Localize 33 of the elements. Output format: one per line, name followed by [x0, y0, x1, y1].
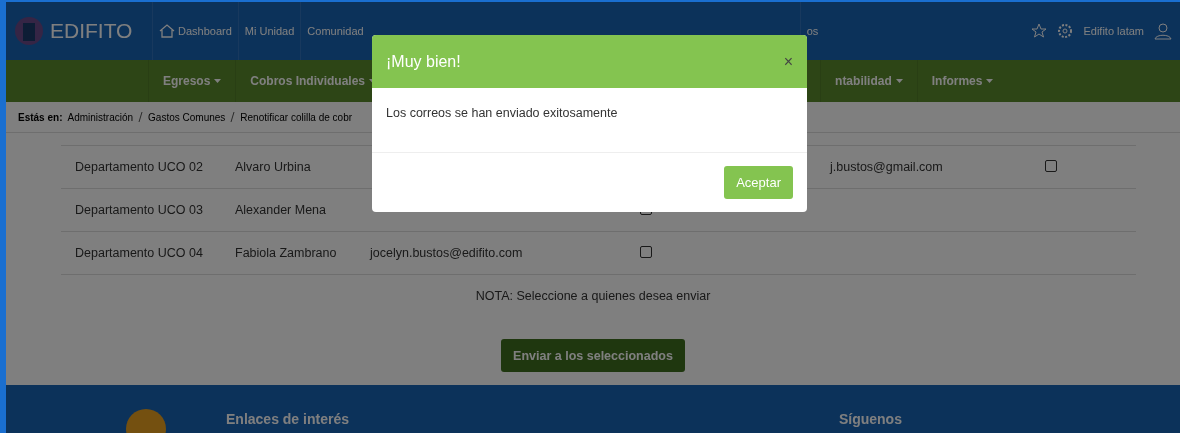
note-text: NOTA: Seleccione a quienes desea enviar — [474, 289, 712, 303]
home-icon — [159, 24, 175, 38]
caret-icon — [986, 79, 994, 83]
footer-heading: Enlaces de interés — [226, 411, 349, 429]
settings-icon[interactable] — [1057, 23, 1074, 39]
footer-heading: Síguenos — [838, 411, 902, 429]
breadcrumb-label: Estás en: — [18, 111, 63, 123]
close-button[interactable]: × — [783, 52, 793, 71]
checkbox[interactable] — [640, 245, 652, 258]
table-cell-text: j.bustos@gmail.com — [830, 160, 944, 174]
caret-icon — [214, 79, 222, 83]
breadcrumb-link[interactable]: Administración — [67, 111, 134, 123]
star-icon[interactable] — [1031, 23, 1048, 39]
checkbox[interactable] — [1045, 159, 1057, 172]
breadcrumb-link[interactable]: Gastos Comunes — [148, 111, 226, 123]
accept-button[interactable]: Aceptar — [724, 166, 793, 199]
table-cell-text: Departamento UCO 04 — [75, 246, 204, 260]
send-button[interactable]: Enviar a los seleccionados — [501, 339, 685, 372]
user-name[interactable]: Edifito latam — [1083, 25, 1144, 37]
building-logo-icon — [14, 16, 44, 46]
user-icon[interactable] — [1154, 22, 1172, 40]
modal-message: Los correos se han enviado exitosamente — [386, 106, 618, 120]
table-cell-text: Departamento UCO 03 — [75, 203, 204, 217]
breadcrumb-link[interactable]: Renotificar colilla de cobr — [240, 111, 353, 123]
breadcrumb-separator-icon — [230, 112, 236, 122]
table-cell-text: Fabiola Zambrano — [235, 246, 338, 260]
table-cell-text: Alexander Mena — [235, 203, 328, 217]
table-cell-text: Alvaro Urbina — [235, 160, 312, 174]
table-cell-text: jocelyn.bustos@edifito.com — [370, 246, 524, 260]
caret-icon — [895, 79, 903, 83]
breadcrumb-separator-icon — [138, 112, 144, 122]
table-cell-text: Departamento UCO 02 — [75, 160, 204, 174]
brand-name: EDIFITO — [50, 19, 133, 43]
